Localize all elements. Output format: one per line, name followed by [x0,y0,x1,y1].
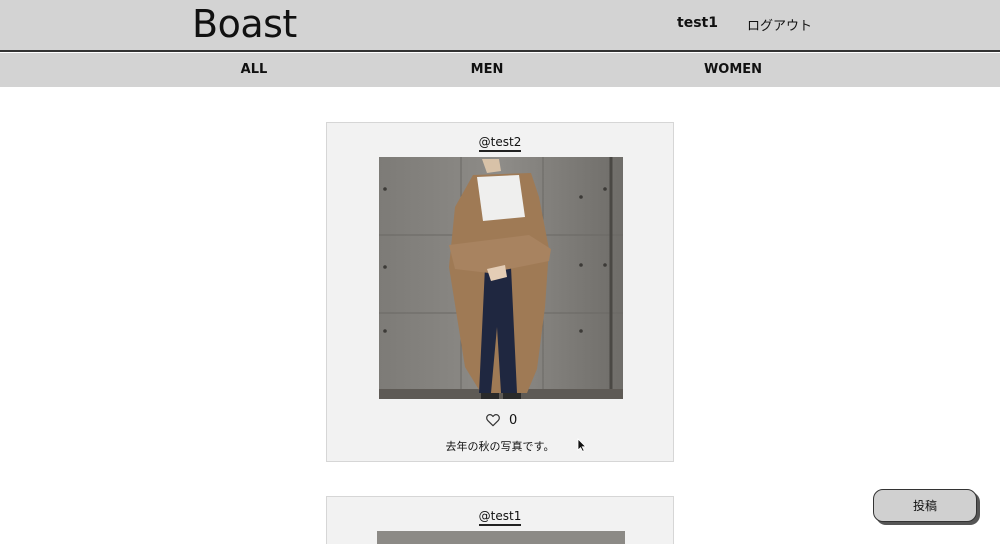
new-post-button[interactable]: 投稿 [873,489,977,522]
logout-link[interactable]: ログアウト [747,15,812,34]
post-photo-image [379,157,623,399]
post-user: @test2 [327,131,673,152]
post-user-link[interactable]: @test2 [478,135,522,152]
current-user-link[interactable]: test1 [677,15,718,31]
category-men[interactable]: MEN [471,62,504,77]
post-caption: 去年の秋の写真です。 [445,440,555,453]
site-logo[interactable]: Boast [192,2,297,46]
site-header: Boast test1 ログアウト [0,0,1000,52]
mouse-cursor-icon [577,438,587,452]
heart-outline-icon[interactable] [485,412,501,428]
like-count: 0 [509,412,518,428]
post-card: @test2 0 去年の秋の写真です。 [326,122,674,462]
category-all[interactable]: ALL [241,62,268,77]
category-women[interactable]: WOMEN [704,62,762,77]
post-user: @test1 [327,505,673,526]
post-photo[interactable] [379,157,623,399]
category-nav: ALL MEN WOMEN [0,53,1000,87]
post-card: @test1 [326,496,674,544]
post-photo[interactable] [377,531,625,544]
post-user-link[interactable]: @test1 [478,509,522,526]
like-row: 0 [485,410,517,430]
